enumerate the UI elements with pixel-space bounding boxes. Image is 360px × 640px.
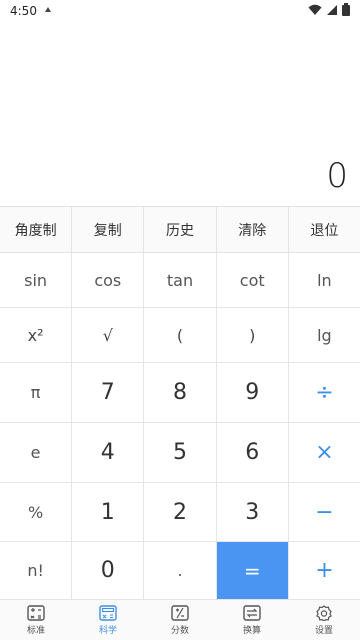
tan-key[interactable]: tan [144,253,217,307]
digit-8-key[interactable]: 8 [144,363,217,422]
digit-2-key[interactable]: 2 [144,483,217,541]
pi-key[interactable]: π [0,363,73,422]
close-paren-key[interactable]: ) [217,308,289,362]
calculator-display: 0 [0,22,360,206]
decimal-point-key[interactable]: . [144,542,217,599]
keypad-row: π 7 8 9 ÷ [0,363,360,423]
function-row: 角度制 复制 历史 清除 退位 [0,206,360,253]
sin-key[interactable]: sin [0,253,73,307]
settings-gear-icon [315,604,333,621]
digit-6-key[interactable]: 6 [217,423,289,482]
digit-5-key[interactable]: 5 [144,423,217,482]
tab-label: 分数 [170,625,189,636]
digit-4-key[interactable]: 4 [72,423,145,482]
percent-key[interactable]: % [0,483,73,541]
angle-mode-button[interactable]: 角度制 [0,207,73,252]
status-bar: 4:50 [0,0,360,22]
digit-9-key[interactable]: 9 [217,363,289,422]
keypad-row: % 1 2 3 − [0,483,360,542]
equals-key[interactable]: = [216,542,289,599]
conversion-icon [243,604,261,621]
cot-key[interactable]: cot [217,253,289,307]
backspace-button[interactable]: 退位 [289,207,360,252]
factorial-key[interactable]: n! [0,542,73,599]
scientific-calculator-icon [99,604,117,621]
signal-icon [326,4,338,19]
multiply-key[interactable]: × [289,423,360,482]
keypad-row: e 4 5 6 × [0,423,360,483]
keypad-row: sin cos tan cot ln [0,253,360,308]
tab-standard[interactable]: 标准 [0,600,72,640]
status-left: 4:50 [10,4,53,18]
keypad-row: n! 0 . = + [0,542,360,599]
keypad-row: x² √ ( ) lg [0,308,360,363]
open-paren-key[interactable]: ( [144,308,217,362]
history-button[interactable]: 历史 [144,207,217,252]
fraction-icon [171,604,189,621]
notification-icon [43,4,53,18]
tab-label: 设置 [314,625,333,636]
bottom-tab-bar: 标准 科学 分数 换算 设置 [0,599,360,640]
e-key[interactable]: e [0,423,73,482]
tab-conversion[interactable]: 换算 [216,600,288,640]
divide-key[interactable]: ÷ [289,363,360,422]
battery-icon [342,3,350,19]
digit-1-key[interactable]: 1 [72,483,145,541]
wifi-icon [308,4,322,19]
ln-key[interactable]: ln [289,253,360,307]
tab-label: 换算 [242,625,261,636]
tab-settings[interactable]: 设置 [288,600,360,640]
tab-fraction[interactable]: 分数 [144,600,216,640]
cos-key[interactable]: cos [72,253,145,307]
add-key[interactable]: + [289,542,360,599]
display-value: 0 [326,156,348,196]
square-key[interactable]: x² [0,308,73,362]
digit-3-key[interactable]: 3 [217,483,289,541]
digit-7-key[interactable]: 7 [72,363,145,422]
keypad: sin cos tan cot ln x² √ ( ) lg π 7 8 9 ÷… [0,253,360,599]
subtract-key[interactable]: − [289,483,360,541]
status-right [308,3,350,19]
tab-label: 标准 [26,625,45,636]
standard-calculator-icon [27,604,45,621]
clear-button[interactable]: 清除 [217,207,289,252]
tab-label: 科学 [98,625,117,636]
tab-scientific[interactable]: 科学 [72,600,144,640]
status-time: 4:50 [10,4,37,18]
copy-button[interactable]: 复制 [72,207,145,252]
digit-0-key[interactable]: 0 [72,542,145,599]
sqrt-key[interactable]: √ [72,308,145,362]
lg-key[interactable]: lg [289,308,360,362]
